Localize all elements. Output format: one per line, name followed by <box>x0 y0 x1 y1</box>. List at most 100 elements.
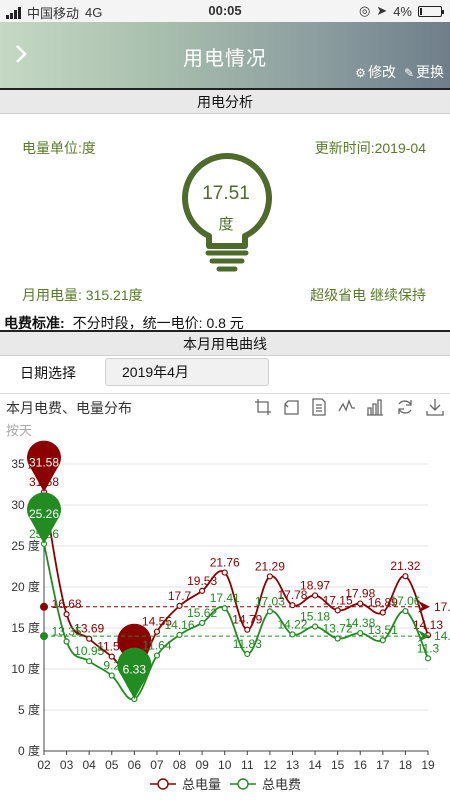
y-tick-label: 10 度 <box>11 661 40 676</box>
data-label: 17.03 <box>255 594 285 608</box>
data-point <box>357 600 364 607</box>
data-label: 17.41 <box>210 591 240 605</box>
y-tick-label: 15 度 <box>11 620 40 635</box>
data-view-icon[interactable] <box>310 398 328 416</box>
x-tick-label: 11 <box>241 758 254 772</box>
modify-label: 修改 <box>367 64 396 80</box>
bar-chart-icon[interactable] <box>366 398 384 416</box>
data-label: 11.3 <box>417 641 440 655</box>
tariff-label: 电费标准: <box>4 315 65 331</box>
data-label: 21.76 <box>210 556 240 570</box>
x-tick-label: 04 <box>82 758 96 772</box>
modify-button[interactable]: ⚙ 修改 <box>355 62 396 82</box>
data-label: 21.32 <box>390 559 420 573</box>
date-picker[interactable]: 2019年4月 <box>105 358 269 386</box>
status-bar: 中国移动 4G 00:05 ◎ ➤ 4% <box>0 0 450 22</box>
curve-section-header: 本月用电曲线 <box>0 330 450 356</box>
x-tick-label: 15 <box>331 758 345 772</box>
divider <box>0 393 450 394</box>
location-icon: ◎ <box>358 3 371 18</box>
change-label: 更换 <box>416 64 444 80</box>
data-point <box>311 623 319 630</box>
average-start-marker <box>40 602 48 611</box>
usage-line-chart: 0 度5 度10 度15 度20 度25 度30 度35 度02 03 04 05 06… <box>11 440 450 792</box>
x-tick-label: 17 <box>376 758 390 772</box>
data-point <box>244 650 251 658</box>
data-label: 15.62 <box>187 606 217 620</box>
x-tick-label: 18 <box>399 758 413 772</box>
data-point <box>63 638 70 645</box>
data-point <box>334 635 341 642</box>
data-point <box>334 607 341 614</box>
x-tick-label: 09 <box>195 758 209 772</box>
x-tick-label: 16 <box>354 758 368 772</box>
chart-title: 本月电费、电量分布 <box>6 400 132 416</box>
legend-label: 总电量 <box>182 777 221 792</box>
download-icon[interactable] <box>426 398 444 416</box>
data-point <box>357 629 364 637</box>
data-point <box>244 626 251 633</box>
legend-marker <box>157 778 169 790</box>
date-picker-row: 日期选择 2019年4月 <box>0 356 450 388</box>
average-start-marker <box>40 632 48 641</box>
navigation-icon: ➤ <box>376 3 388 18</box>
y-tick-label: 0 度 <box>18 743 40 758</box>
data-point <box>63 611 70 618</box>
x-tick-label: 10 <box>218 758 232 772</box>
legend-marker <box>237 778 249 790</box>
x-tick-label: 03 <box>60 758 74 772</box>
data-point <box>176 602 183 609</box>
data-label: 11.64 <box>142 639 171 653</box>
data-point <box>153 628 161 635</box>
data-label: 13.51 <box>368 623 398 637</box>
data-label: 14.79 <box>232 613 262 627</box>
data-point <box>86 658 93 665</box>
data-point <box>424 655 432 662</box>
analysis-section-header: 用电分析 <box>0 88 450 114</box>
data-label: 13.35 <box>52 625 82 639</box>
chart-toolbox <box>250 398 446 418</box>
chart-subtitle: 按天 <box>6 423 33 438</box>
refresh-icon[interactable] <box>396 398 414 416</box>
data-point <box>153 652 161 659</box>
line-chart-icon[interactable] <box>338 398 356 416</box>
max-pin-label: 31.58 <box>29 455 59 469</box>
max-pin-label: 25.26 <box>29 507 59 521</box>
x-tick-label: 06 <box>128 758 142 772</box>
data-point <box>199 619 206 627</box>
data-point <box>199 587 206 594</box>
x-tick-label: 02 <box>37 758 51 772</box>
min-pin-label: 6.33 <box>123 662 147 676</box>
edit-icon: ✎ <box>403 66 414 80</box>
x-tick-label: 12 <box>263 758 277 772</box>
y-tick-label: 5 度 <box>18 702 40 717</box>
data-point <box>176 631 183 638</box>
x-tick-label: 14 <box>308 758 322 772</box>
data-point <box>379 637 386 644</box>
data-point <box>289 631 296 638</box>
data-point <box>402 608 409 615</box>
data-point <box>266 573 273 580</box>
gear-icon: ⚙ <box>355 66 366 80</box>
data-point <box>289 602 296 609</box>
date-label: 日期选择 <box>20 365 76 381</box>
y-tick-label: 20 度 <box>11 579 40 594</box>
data-point <box>402 573 409 580</box>
daily-usage-unit: 度 <box>218 216 234 233</box>
x-tick-label: 19 <box>421 758 435 772</box>
unit-label: 电量单位:度 <box>22 140 96 156</box>
change-button[interactable]: ✎ 更换 <box>404 62 444 82</box>
x-tick-label: 05 <box>105 758 119 772</box>
data-point <box>221 569 228 576</box>
data-point <box>266 608 273 615</box>
data-label: 17.06 <box>390 594 420 608</box>
battery-icon <box>418 5 444 17</box>
data-label: 14.16 <box>165 618 195 632</box>
zoom-area-icon[interactable] <box>254 398 272 416</box>
zoom-reset-icon[interactable] <box>282 398 300 416</box>
x-tick-label: 08 <box>173 758 187 772</box>
nav-header: 用电情况 ⚙ 修改 ✎ 更换 <box>0 22 450 88</box>
tariff-value: 不分时段，统一电价: 0.8 元 <box>72 315 244 331</box>
data-point <box>221 605 228 612</box>
data-point <box>108 672 115 679</box>
